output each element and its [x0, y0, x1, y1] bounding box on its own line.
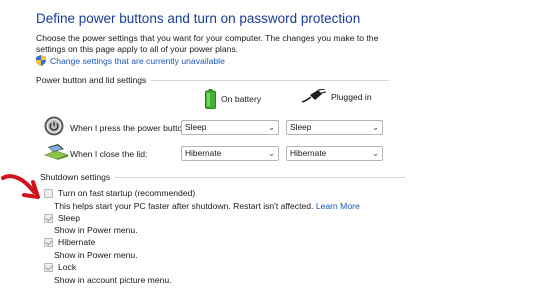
- fast-startup-desc-text: This helps start your PC faster after sh…: [54, 201, 314, 211]
- learn-more-link[interactable]: Learn More: [316, 201, 360, 211]
- chevron-down-icon: ⌄: [372, 149, 379, 158]
- chevron-down-icon: ⌄: [372, 123, 379, 132]
- lock-checkbox[interactable]: [44, 262, 53, 272]
- fast-startup-label: Turn on fast startup (recommended): [58, 188, 196, 198]
- shutdown-section-label: Shutdown settings: [40, 172, 111, 182]
- lock-option[interactable]: Lock: [44, 262, 76, 272]
- section-divider: [115, 176, 406, 178]
- on-battery-label: On battery: [221, 94, 262, 104]
- sleep-checkbox[interactable]: [44, 213, 53, 223]
- power-button-plugged-select[interactable]: Sleep ⌄: [286, 120, 383, 135]
- change-settings-link-label[interactable]: Change settings that are currently unava…: [50, 56, 225, 66]
- sleep-label: Sleep: [58, 213, 80, 223]
- power-button-battery-select[interactable]: Sleep ⌄: [181, 120, 279, 135]
- hibernate-description: Show in Power menu.: [54, 250, 138, 260]
- chevron-down-icon: ⌄: [268, 149, 275, 158]
- plugged-in-column-header: Plugged in: [300, 89, 372, 105]
- lid-plugged-select[interactable]: Hibernate ⌄: [286, 146, 383, 161]
- uac-shield-icon: [36, 55, 46, 66]
- lid-battery-select[interactable]: Hibernate ⌄: [181, 146, 279, 161]
- fast-startup-option[interactable]: Turn on fast startup (recommended): [44, 188, 195, 198]
- battery-icon: [205, 89, 216, 109]
- change-settings-link[interactable]: Change settings that are currently unava…: [36, 55, 225, 66]
- power-button-plugged-value: Sleep: [290, 122, 312, 132]
- power-button-icon: [44, 116, 64, 136]
- chevron-down-icon: ⌄: [268, 123, 275, 132]
- section-divider: [151, 79, 390, 81]
- on-battery-column-header: On battery: [205, 89, 261, 109]
- lid-row-label: When I close the lid:: [70, 149, 148, 159]
- lid-plugged-value: Hibernate: [290, 148, 327, 158]
- red-annotation-arrow-icon: [1, 174, 40, 199]
- lid-battery-value: Hibernate: [185, 148, 222, 158]
- page-description: Choose the power settings that you want …: [36, 33, 379, 54]
- lock-label: Lock: [58, 262, 77, 272]
- page-title: Define power buttons and turn on passwor…: [36, 11, 361, 26]
- power-lid-section-label: Power button and lid settings: [36, 75, 147, 85]
- hibernate-label: Hibernate: [58, 237, 96, 247]
- power-plug-icon: [301, 89, 326, 103]
- power-button-battery-value: Sleep: [185, 122, 207, 132]
- power-lid-section-header: Power button and lid settings: [36, 75, 390, 85]
- power-button-row-label: When I press the power button:: [70, 123, 190, 133]
- plugged-in-label: Plugged in: [331, 92, 372, 102]
- lock-description: Show in account picture menu.: [54, 275, 172, 285]
- sleep-option[interactable]: Sleep: [44, 213, 80, 223]
- hibernate-checkbox[interactable]: [44, 237, 53, 247]
- shutdown-section-header: Shutdown settings: [40, 172, 406, 182]
- hibernate-option[interactable]: Hibernate: [44, 237, 95, 247]
- fast-startup-description: This helps start your PC faster after sh…: [54, 201, 360, 211]
- sleep-description: Show in Power menu.: [54, 225, 138, 235]
- laptop-lid-icon: [44, 144, 69, 160]
